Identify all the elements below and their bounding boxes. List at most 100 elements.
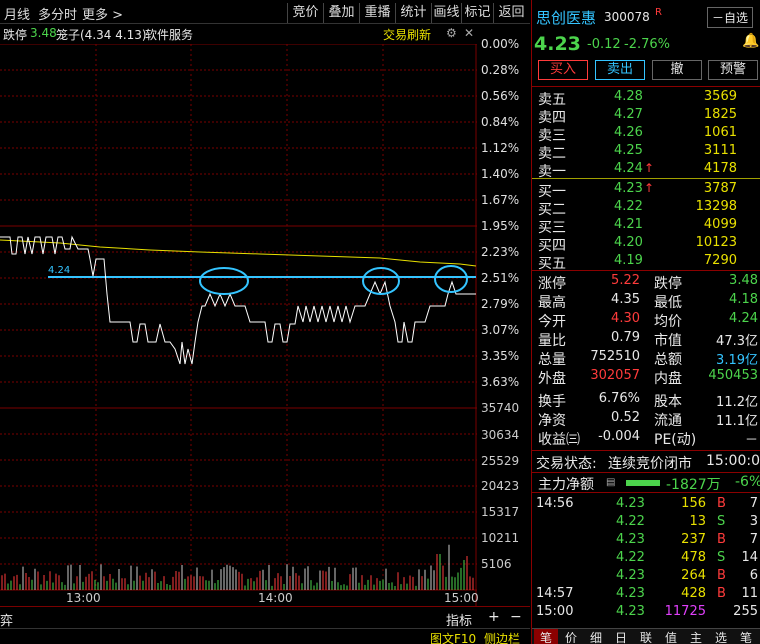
bid-volume: 3787 bbox=[703, 181, 737, 196]
stat-label: 流通 bbox=[654, 413, 682, 429]
ask-label: 卖五 bbox=[538, 92, 566, 108]
bottom-toolbar: 弈 指标 + − bbox=[0, 606, 530, 629]
tick-side: B bbox=[717, 568, 726, 583]
zoom-in-button[interactable]: + bbox=[488, 609, 500, 625]
divider bbox=[532, 270, 760, 271]
stat-label: 最高 bbox=[538, 295, 566, 311]
stat-value: 11.1亿 bbox=[716, 414, 758, 429]
cancel-order-button[interactable]: 撤 bbox=[652, 60, 702, 80]
pct-tick: 0.84% bbox=[481, 115, 520, 129]
close-icon[interactable]: ✕ bbox=[464, 26, 474, 40]
stat-row: 涨停 5.22 跌停 3.48 bbox=[532, 273, 760, 292]
stat-value: 11.2亿 bbox=[716, 395, 758, 410]
main-flow-label: 主力净额 bbox=[538, 477, 594, 493]
buy-button[interactable]: 买入 bbox=[538, 60, 588, 80]
month-line-button[interactable]: 月线 bbox=[4, 4, 30, 23]
highlight-circle bbox=[434, 265, 468, 293]
zoom-out-button[interactable]: − bbox=[510, 609, 522, 625]
volume-bars bbox=[1, 544, 474, 590]
stat-row: 总量 752510 总额 3.19亿 bbox=[532, 349, 760, 368]
sidebar-button[interactable]: 侧边栏 bbox=[484, 630, 520, 644]
pct-tick: 1.40% bbox=[481, 167, 520, 181]
pct-tick: 2.23% bbox=[481, 245, 520, 259]
bid-row[interactable]: 买一 4.23 ↑ 3787 bbox=[532, 181, 760, 200]
tick-row: 4.22 478 S 14 bbox=[532, 550, 760, 568]
main-flow-value: -1827万 bbox=[666, 477, 721, 493]
bid-price: 4.21 bbox=[614, 217, 643, 232]
indicator-button[interactable]: 指标 bbox=[446, 610, 472, 629]
sell-button[interactable]: 卖出 bbox=[595, 60, 645, 80]
stat-row: 收益㈢ -0.004 PE(动) － bbox=[532, 429, 760, 448]
footer-bar: 图文F10 侧边栏 bbox=[0, 628, 530, 644]
reference-line-label: 4.24 bbox=[48, 265, 70, 276]
bid-row[interactable]: 买二 4.22 13298 bbox=[532, 199, 760, 218]
tick-side: B bbox=[717, 586, 726, 601]
ask-row[interactable]: 卖三 4.26 1061 bbox=[532, 125, 760, 144]
panel-tab[interactable]: 联 bbox=[634, 629, 658, 644]
bottom-left-label[interactable]: 弈 bbox=[0, 610, 13, 629]
bid-row[interactable]: 买三 4.21 4099 bbox=[532, 217, 760, 236]
tab-draw[interactable]: 画线 bbox=[431, 3, 461, 23]
multi-time-button[interactable]: 多分时 bbox=[38, 4, 77, 23]
trade-status-label: 交易状态: bbox=[536, 456, 597, 472]
tick-price: 4.23 bbox=[616, 604, 645, 619]
bid-row[interactable]: 买五 4.19 7290 bbox=[532, 253, 760, 272]
panel-tab[interactable]: 主 bbox=[684, 629, 708, 644]
tick-row: 4.23 237 B 7 bbox=[532, 532, 760, 550]
tick-price: 4.23 bbox=[616, 568, 645, 583]
tab-replay[interactable]: 重播 bbox=[359, 3, 395, 23]
tab-mark[interactable]: 标记 bbox=[461, 3, 493, 23]
panel-tab[interactable]: 日 bbox=[609, 629, 633, 644]
tab-auction[interactable]: 竞价 bbox=[287, 3, 323, 23]
panel-tab[interactable]: 细 bbox=[584, 629, 608, 644]
add-watch-button[interactable]: －自选 bbox=[707, 7, 754, 28]
bell-icon[interactable]: 🔔 bbox=[742, 33, 759, 49]
ask-label: 卖二 bbox=[538, 146, 566, 162]
panel-tab[interactable]: 笔 bbox=[734, 629, 758, 644]
stat-label: 外盘 bbox=[538, 371, 566, 387]
tab-stats[interactable]: 统计 bbox=[395, 3, 431, 23]
menu-icon[interactable]: ▤ bbox=[606, 477, 615, 488]
tick-row: 4.22 13 S 3 bbox=[532, 514, 760, 532]
stat-label: 收益㈢ bbox=[538, 432, 580, 448]
stat-row: 换手 6.76% 股本 11.2亿 bbox=[532, 391, 760, 410]
ask-row[interactable]: 卖五 4.28 3569 bbox=[532, 89, 760, 108]
vol-tick: 10211 bbox=[481, 531, 520, 545]
bid-label: 买一 bbox=[538, 184, 566, 200]
tick-row: 15:00 4.23 11725 255 bbox=[532, 604, 760, 622]
tab-overlay[interactable]: 叠加 bbox=[323, 3, 359, 23]
tick-count: 14 bbox=[741, 550, 758, 565]
settings-icon[interactable]: ⚙ bbox=[446, 26, 457, 40]
trade-refresh-button[interactable]: 交易刷新 bbox=[383, 26, 431, 43]
price-line bbox=[0, 235, 476, 365]
stat-row: 外盘 302057 内盘 450453 bbox=[532, 368, 760, 387]
vol-tick: 5106 bbox=[481, 557, 512, 571]
panel-tab[interactable]: 选 bbox=[709, 629, 733, 644]
stat-label: 股本 bbox=[654, 394, 682, 410]
stat-value: 4.24 bbox=[729, 311, 758, 326]
tick-time: 15:00 bbox=[536, 604, 574, 619]
f10-button[interactable]: 图文F10 bbox=[430, 630, 476, 644]
average-price-line bbox=[0, 239, 477, 267]
ask-volume: 4178 bbox=[703, 161, 737, 176]
divider bbox=[532, 492, 760, 493]
ask-row[interactable]: 卖四 4.27 1825 bbox=[532, 107, 760, 126]
ask-row[interactable]: 卖一 4.24 ↑ 4178 bbox=[532, 161, 760, 180]
stat-label: 净资 bbox=[538, 413, 566, 429]
panel-tab[interactable]: 值 bbox=[659, 629, 683, 644]
panel-tab[interactable]: 笔 bbox=[534, 629, 558, 644]
bid-volume: 7290 bbox=[703, 253, 737, 268]
stat-row: 净资 0.52 流通 11.1亿 bbox=[532, 410, 760, 429]
ask-row[interactable]: 卖二 4.25 3111 bbox=[532, 143, 760, 162]
tick-row: 4.23 264 B 6 bbox=[532, 568, 760, 586]
stat-value: 0.79 bbox=[611, 330, 640, 345]
alert-button[interactable]: 预警 bbox=[708, 60, 758, 80]
bid-row[interactable]: 买四 4.20 10123 bbox=[532, 235, 760, 254]
tick-side: B bbox=[717, 532, 726, 547]
stat-row: 最高 4.35 最低 4.18 bbox=[532, 292, 760, 311]
more-button[interactable]: 更多 > bbox=[82, 4, 123, 23]
stat-label: 总量 bbox=[538, 352, 566, 368]
tick-side: B bbox=[717, 496, 726, 511]
panel-tab[interactable]: 价 bbox=[559, 629, 583, 644]
back-button[interactable]: 返回 bbox=[493, 3, 529, 23]
